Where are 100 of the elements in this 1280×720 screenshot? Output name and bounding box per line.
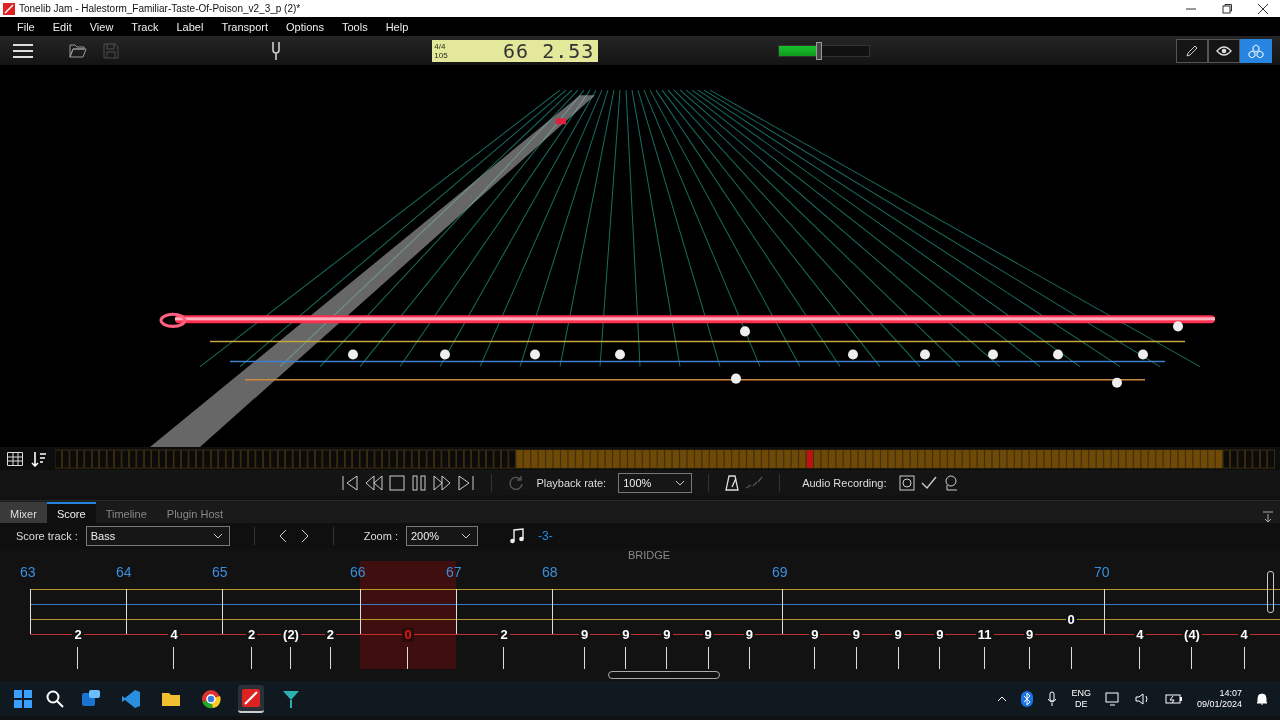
fret-number[interactable]: 0: [1065, 613, 1077, 627]
measure-number: 70: [1094, 563, 1110, 582]
skip-to-end-icon[interactable]: [457, 474, 476, 491]
keyboard-layout-indicator[interactable]: DE: [1074, 698, 1088, 710]
microphone-icon[interactable]: [1047, 690, 1058, 707]
menu-item[interactable]: Edit: [45, 20, 79, 33]
fret-number[interactable]: 9: [578, 628, 591, 642]
clock-date[interactable]: 09/01/2024: [1196, 698, 1242, 710]
menu-item[interactable]: Options: [279, 20, 331, 33]
fret-number[interactable]: 0: [402, 628, 414, 642]
language-indicator[interactable]: ENG: [1071, 687, 1091, 699]
note-stem: [748, 647, 750, 669]
music-note-icon[interactable]: [510, 528, 524, 544]
fret-number[interactable]: 9: [850, 628, 863, 642]
note-stem: [1070, 647, 1072, 669]
sort-icon[interactable]: [31, 450, 47, 467]
note-stem: [1139, 647, 1141, 669]
measure-number: 69: [772, 563, 788, 582]
fret-number[interactable]: 2: [72, 628, 84, 642]
metronome-icon[interactable]: [725, 474, 740, 491]
note-stem: [625, 647, 627, 669]
tab[interactable]: Score: [46, 502, 96, 523]
note-stem: [77, 647, 79, 669]
close-icon[interactable]: [1258, 3, 1268, 14]
record-icon[interactable]: [898, 474, 915, 491]
fret-number[interactable]: 11: [975, 628, 994, 642]
menu-item[interactable]: View: [82, 20, 121, 33]
rewind-icon[interactable]: [365, 474, 384, 491]
maximize-icon[interactable]: [1222, 3, 1232, 14]
menu-item[interactable]: Track: [124, 20, 166, 33]
menu-item[interactable]: Label: [169, 20, 211, 33]
measure-number: 65: [212, 563, 228, 582]
view-mode-button[interactable]: [1208, 38, 1240, 63]
previous-icon[interactable]: [278, 529, 287, 543]
fret-number[interactable]: 2: [324, 628, 337, 642]
fret-number[interactable]: (2): [281, 628, 301, 642]
fret-number[interactable]: 2: [245, 628, 258, 642]
three-d-mode-button[interactable]: [1240, 38, 1272, 63]
fret-number[interactable]: 9: [1023, 628, 1036, 642]
fret-number[interactable]: 4: [1238, 628, 1250, 642]
menu-item[interactable]: File: [10, 20, 42, 33]
position-readout: 66 2.53: [503, 38, 595, 63]
fast-forward-icon[interactable]: [433, 474, 452, 491]
zoom-dropdown[interactable]: 200%: [406, 526, 478, 546]
fret-number[interactable]: 2: [498, 628, 510, 642]
folder-icon[interactable]: [69, 43, 87, 58]
measure-overview-drawing[interactable]: [55, 448, 1275, 469]
fret-number[interactable]: 9: [934, 628, 946, 642]
grid-icon[interactable]: [7, 451, 23, 466]
notification-bell-icon[interactable]: [1256, 691, 1268, 706]
measure-number: 64: [116, 563, 132, 582]
fret-number[interactable]: 9: [620, 628, 632, 642]
next-icon[interactable]: [300, 529, 309, 543]
clock-time[interactable]: 14:07: [1219, 687, 1242, 699]
collapse-icon[interactable]: [1262, 511, 1274, 523]
tab[interactable]: Mixer: [0, 502, 47, 523]
network-icon[interactable]: [1104, 691, 1121, 706]
fret-number[interactable]: 4: [168, 628, 180, 642]
note-stem: [707, 647, 709, 669]
tab[interactable]: Timeline: [95, 502, 157, 523]
chevron-up-icon[interactable]: [997, 695, 1008, 702]
fret-number[interactable]: 9: [661, 628, 673, 642]
skip-to-start-icon[interactable]: [341, 474, 360, 491]
tuning-fork-icon[interactable]: [270, 41, 281, 60]
battery-icon[interactable]: [1164, 692, 1183, 705]
fret-number[interactable]: 9: [702, 628, 714, 642]
vertical-scrollbar[interactable]: [1267, 571, 1274, 613]
start-icon[interactable]: [14, 689, 32, 708]
fret-number[interactable]: (4): [1182, 628, 1202, 642]
fret-number[interactable]: 9: [743, 628, 755, 642]
pause-icon[interactable]: [411, 474, 428, 491]
settings-icon[interactable]: [942, 474, 959, 491]
checkmark-icon[interactable]: [920, 475, 937, 490]
note-stem: [407, 647, 409, 669]
fret-number[interactable]: 4: [1134, 628, 1146, 642]
measure-number: 66: [350, 563, 366, 582]
note-stem: [329, 647, 331, 669]
menu-item[interactable]: Help: [378, 20, 416, 33]
stop-icon[interactable]: [389, 474, 406, 491]
pencil-icon: [1185, 43, 1199, 58]
menu-item[interactable]: Transport: [214, 20, 276, 33]
fret-number[interactable]: 9: [809, 628, 821, 642]
score-track-dropdown[interactable]: Bass: [85, 526, 230, 546]
playback-rate-dropdown[interactable]: 100%: [618, 472, 693, 493]
edit-mode-button[interactable]: [1176, 38, 1208, 63]
note-stem: [584, 647, 586, 669]
note-stem: [503, 647, 505, 669]
triplet-button[interactable]: -3-: [538, 529, 553, 543]
volume-slider[interactable]: [778, 44, 871, 57]
search-icon[interactable]: [46, 689, 64, 708]
menu-item[interactable]: Tools: [334, 20, 375, 33]
guitar-app-icon[interactable]: [238, 684, 264, 713]
note-stem: [897, 647, 899, 669]
volume-thumb[interactable]: [815, 41, 822, 60]
tab[interactable]: Plugin Host: [156, 502, 234, 523]
bluetooth-icon[interactable]: [1021, 690, 1034, 707]
fret-number[interactable]: 9: [892, 628, 904, 642]
chevron-down-icon: [212, 533, 223, 539]
menu-icon[interactable]: [13, 42, 33, 59]
volume-icon[interactable]: [1134, 691, 1151, 706]
